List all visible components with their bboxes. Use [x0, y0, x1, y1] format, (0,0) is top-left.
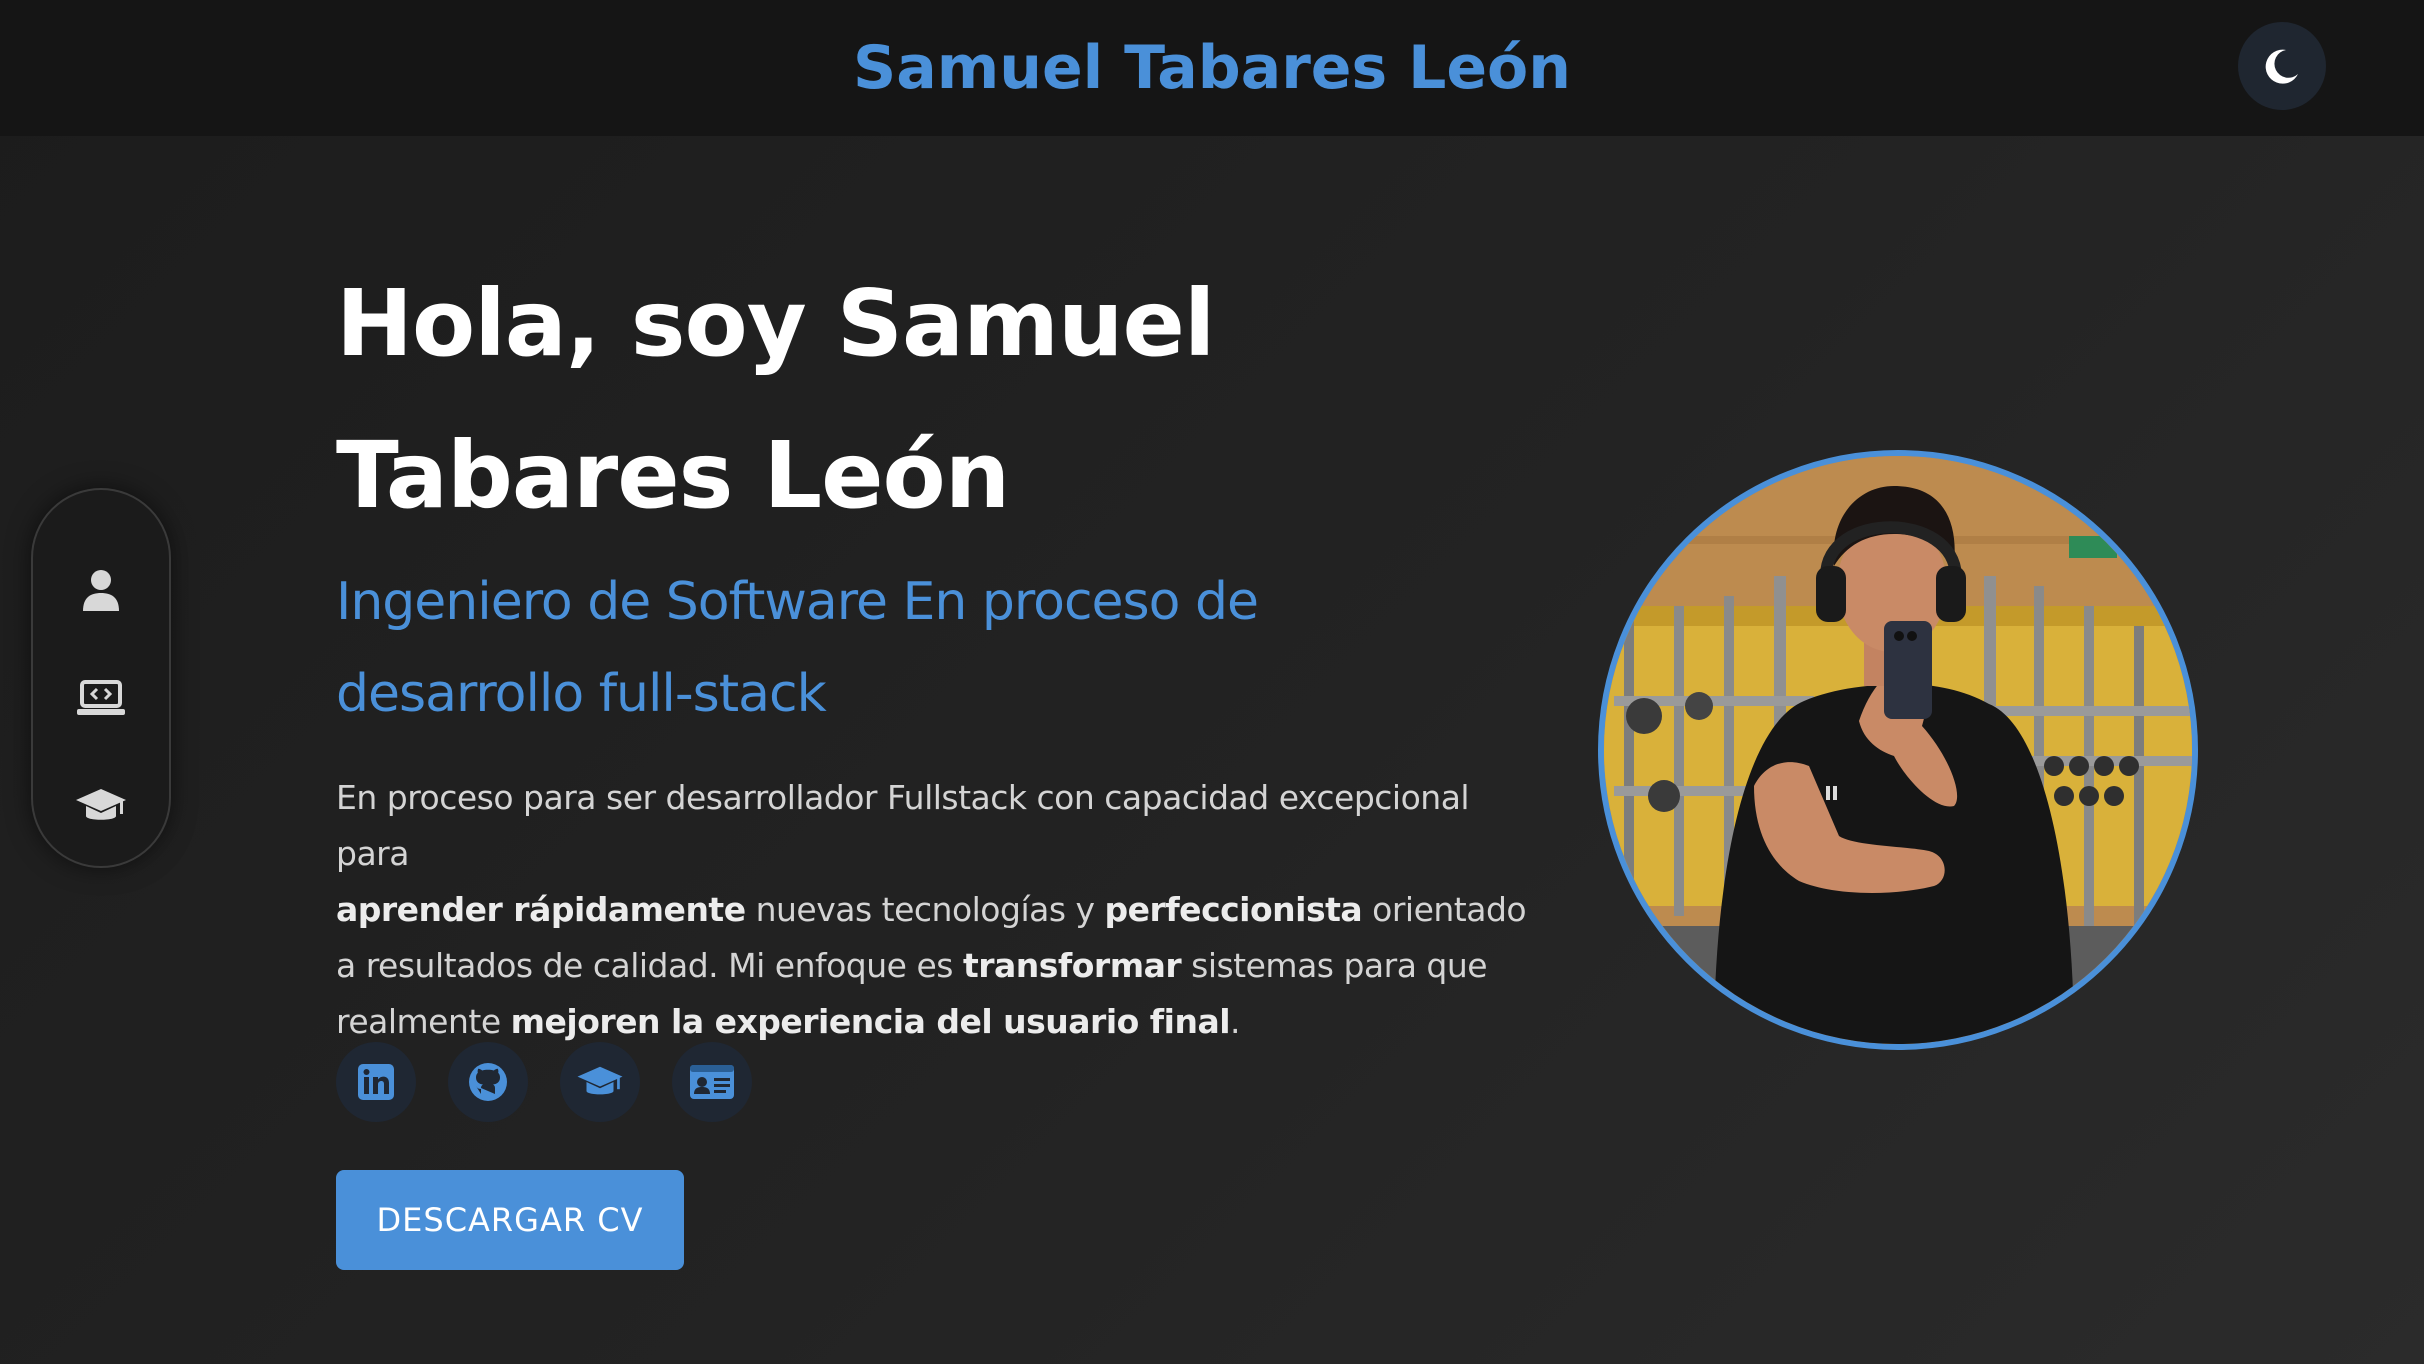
hero-subtitle-line2: desarrollo full-stack: [336, 664, 827, 724]
graduation-cap-icon: [577, 1066, 623, 1095]
top-header: Samuel Tabares León: [0, 0, 2424, 136]
id-card-icon: [690, 1065, 734, 1099]
hero-subtitle-line1: Ingeniero de Software En proceso de: [336, 572, 1259, 632]
theme-toggle-button[interactable]: [2238, 22, 2326, 110]
site-title[interactable]: Samuel Tabares León: [0, 0, 2424, 136]
hero-title-line2: Tabares León: [336, 422, 1010, 529]
desc-text-5: .: [1230, 1002, 1241, 1041]
hero-title: Hola, soy Samuel Tabares León: [336, 248, 1336, 552]
moon-icon: [2265, 49, 2298, 84]
page: Samuel Tabares León Hola, soy Samuel Tab…: [0, 0, 2424, 1364]
profile-photo: [1598, 450, 2198, 1050]
desc-text-1: En proceso para ser desarrollador Fullst…: [336, 778, 1470, 873]
side-nav-item-education[interactable]: [33, 766, 169, 846]
laptop-code-icon: [77, 680, 125, 715]
user-icon: [83, 570, 119, 611]
side-nav: [31, 488, 171, 868]
id-card-link[interactable]: [672, 1042, 752, 1122]
education-link[interactable]: [560, 1042, 640, 1122]
desc-bold-1: aprender rápidamente: [336, 890, 746, 929]
side-nav-item-projects[interactable]: [33, 658, 169, 738]
hero-title-line1: Hola, soy Samuel: [336, 270, 1215, 377]
download-cv-button[interactable]: DESCARGAR CV: [336, 1170, 684, 1270]
desc-text-2: nuevas tecnologías y: [745, 890, 1105, 929]
desc-bold-2: perfeccionista: [1104, 890, 1363, 929]
github-icon: [469, 1063, 507, 1101]
hero-description: En proceso para ser desarrollador Fullst…: [336, 770, 1536, 1050]
linkedin-link[interactable]: [336, 1042, 416, 1122]
github-link[interactable]: [448, 1042, 528, 1122]
desc-bold-3: transformar: [962, 946, 1182, 985]
profile-photo-illustration: [1604, 456, 2192, 1044]
hero-subtitle: Ingeniero de Software En proceso de desa…: [336, 556, 1356, 740]
graduation-cap-icon: [76, 789, 126, 820]
side-nav-item-profile[interactable]: [33, 551, 169, 631]
desc-bold-4: mejoren la experiencia del usuario final: [510, 1002, 1231, 1041]
linkedin-icon: [358, 1064, 394, 1100]
